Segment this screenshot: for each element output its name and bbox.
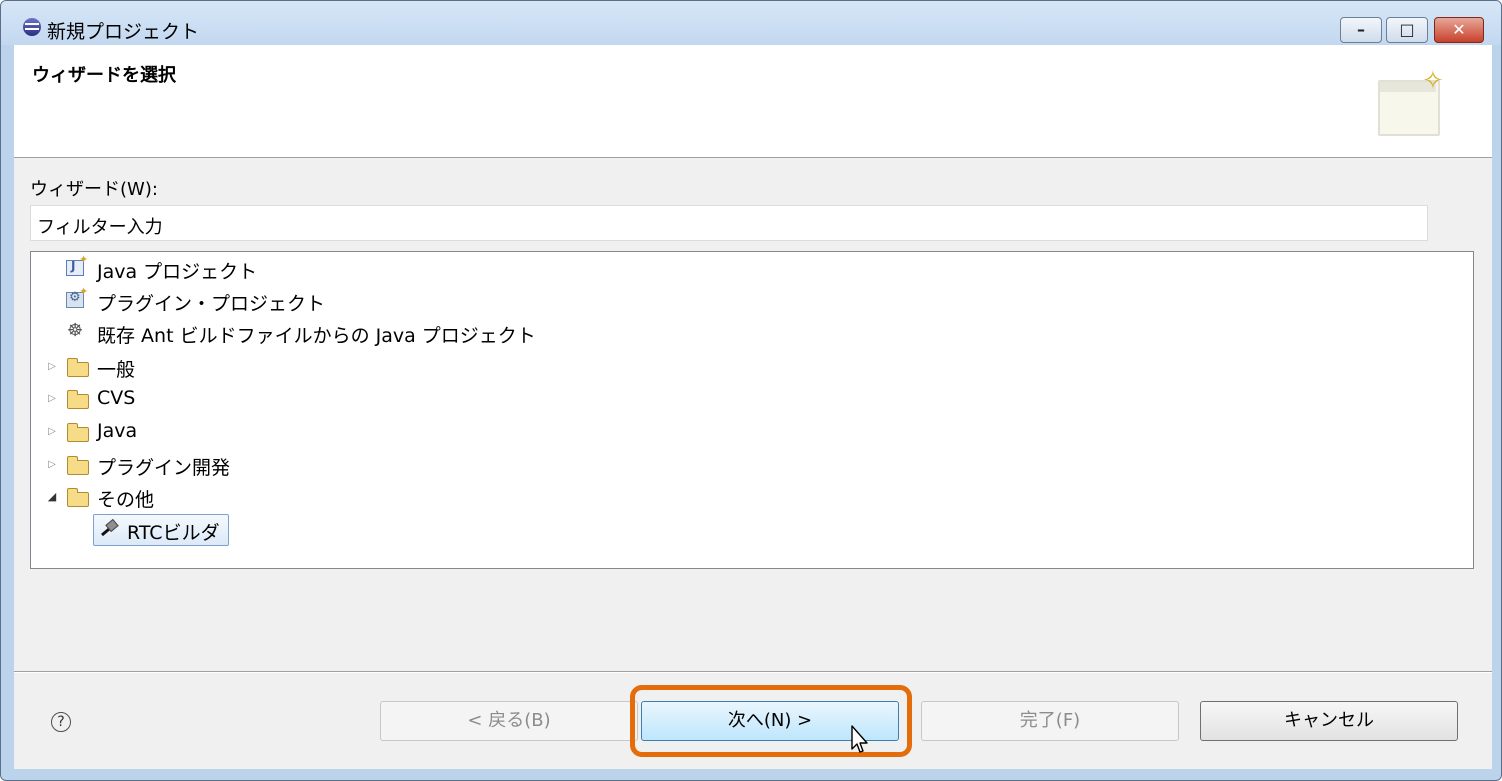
tree-item-label: Java [97,420,138,442]
tree-item-label: プラグイン開発 [97,457,231,479]
tree-item-rtc-builder[interactable]: RTCビルダ [93,514,229,546]
folder-icon [67,356,91,378]
tree-item-plugin-project[interactable]: プラグイン・プロジェクト [65,285,465,316]
window-title: 新規プロジェクト [47,21,200,43]
page-title: ウィザードを選択 [32,65,176,86]
minimize-icon: – [1357,20,1365,39]
finish-button[interactable]: 完了(F) [921,701,1179,741]
tree-item-general[interactable]: ▷ 一般 [45,352,345,382]
plugin-project-icon [65,285,89,312]
hammer-icon [98,519,120,539]
title-bar[interactable]: 新規プロジェクト – □ ✕ [1,1,1501,45]
tree-item-cvs[interactable]: ▷ CVS [45,384,345,414]
tree-item-other[interactable]: ◢ その他 [45,482,345,512]
footer-divider-highlight [14,672,1492,673]
tree-item-label: CVS [97,387,136,409]
ant-icon: ☸ [67,320,84,341]
expand-icon[interactable]: ▷ [45,384,59,414]
folder-icon [67,454,91,476]
wizard-tree[interactable]: Java プロジェクト プラグイン・プロジェクト ☸ 既存 Ant ビルドファイ… [30,251,1474,569]
filter-value: フィルター入力 [37,217,163,238]
folder-icon [67,388,91,410]
close-button[interactable]: ✕ [1434,17,1484,43]
help-icon[interactable]: ? [51,712,71,732]
filter-input[interactable]: フィルター入力 [30,205,1428,241]
tree-item-plugin-dev[interactable]: ▷ プラグイン開発 [45,450,345,480]
eclipse-icon [23,18,41,36]
wizard-banner-icon: ✧ [1378,66,1444,136]
java-project-icon [65,253,89,280]
maximize-button[interactable]: □ [1386,17,1428,43]
tree-item-label: 既存 Ant ビルドファイルからの Java プロジェクト [97,325,536,347]
tree-item-label: プラグイン・プロジェクト [97,293,326,315]
tree-item-ant-java-project[interactable]: ☸ 既存 Ant ビルドファイルからの Java プロジェクト [65,318,665,348]
new-project-dialog: 新規プロジェクト – □ ✕ ウィザードを選択 ✧ ウィザード(W): フィルタ… [0,0,1502,781]
collapse-icon[interactable]: ◢ [45,482,59,512]
tree-item-label: 一般 [97,359,136,381]
close-icon: ✕ [1452,20,1466,39]
tree-item-label: その他 [97,489,155,511]
tree-item-java-project[interactable]: Java プロジェクト [65,253,465,284]
tree-item-label: RTCビルダ [127,522,220,544]
dialog-body: ウィザードを選択 ✧ ウィザード(W): フィルター入力 Java プロジェクト… [14,45,1492,769]
minimize-button[interactable]: – [1340,17,1382,43]
cancel-button[interactable]: キャンセル [1200,701,1458,741]
mouse-cursor-icon [851,725,868,753]
expand-icon[interactable]: ▷ [45,352,59,382]
folder-icon [67,486,91,508]
expand-icon[interactable]: ▷ [45,417,59,447]
maximize-icon: □ [1399,20,1415,39]
wizard-header: ウィザードを選択 ✧ [14,45,1492,158]
expand-icon[interactable]: ▷ [45,450,59,480]
folder-icon [67,421,91,443]
tree-item-label: Java プロジェクト [97,261,258,283]
tree-item-java[interactable]: ▷ Java [45,417,345,447]
back-button[interactable]: < 戻る(B) [380,701,638,741]
wizard-label: ウィザード(W): [30,179,158,200]
